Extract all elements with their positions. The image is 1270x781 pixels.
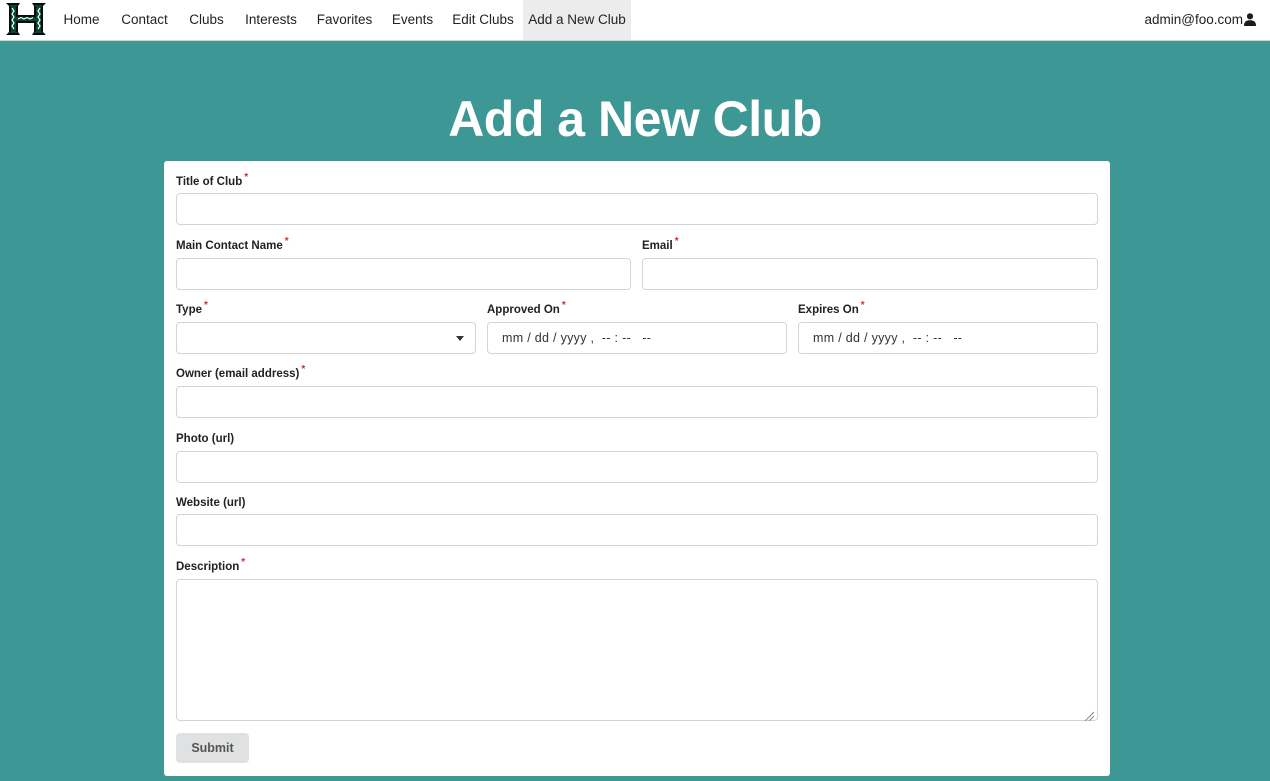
user-email: admin@foo.com: [1144, 12, 1244, 27]
email-field: Email *: [642, 236, 1098, 290]
nav-home[interactable]: Home: [53, 0, 110, 40]
add-club-form: Title of Club * Main Contact Name * Email *…: [164, 161, 1110, 776]
hawaii-h-logo-icon[interactable]: [5, 2, 47, 36]
owner-label: Owner (email address): [176, 368, 300, 380]
top-navbar: Home Contact Clubs Interests Favorites E…: [0, 0, 1270, 41]
website-input[interactable]: [176, 514, 1098, 546]
required-marker: *: [284, 236, 289, 247]
expires-on-placeholder: mm / dd / yyyy , -- : -- --: [813, 331, 963, 345]
title-input[interactable]: [176, 193, 1098, 225]
page-title: Add a New Club: [448, 91, 822, 147]
type-label: Type: [176, 304, 202, 316]
photo-label: Photo (url): [176, 433, 235, 445]
required-marker: *: [244, 172, 249, 183]
owner-field: Owner (email address) *: [176, 364, 1098, 418]
photo-field: Photo (url): [176, 432, 1098, 483]
website-field: Website (url): [176, 496, 1098, 546]
contact-name-label: Main Contact Name: [176, 240, 283, 252]
nav-add-new-club[interactable]: Add a New Club: [523, 0, 631, 40]
submit-button[interactable]: Submit: [176, 733, 249, 763]
title-label: Title of Club: [176, 176, 243, 188]
approved-on-field: Approved On * mm / dd / yyyy , -- : -- --: [487, 300, 787, 354]
required-marker: *: [674, 236, 679, 247]
required-marker: *: [204, 300, 208, 311]
nav-events[interactable]: Events: [382, 0, 443, 40]
website-label: Website (url): [176, 497, 246, 509]
email-label: Email: [642, 240, 673, 252]
photo-input[interactable]: [176, 451, 1098, 483]
nav-contact[interactable]: Contact: [111, 0, 178, 40]
type-field: Type *: [176, 300, 476, 354]
description-textarea[interactable]: [176, 579, 1098, 721]
resize-handle-icon[interactable]: [1084, 708, 1095, 722]
required-marker: *: [561, 300, 566, 311]
type-select[interactable]: [176, 322, 476, 354]
email-input[interactable]: [642, 258, 1098, 290]
nav-edit-clubs[interactable]: Edit Clubs: [444, 0, 522, 40]
user-icon: [1243, 12, 1256, 27]
contact-name-field: Main Contact Name *: [176, 236, 631, 290]
user-menu[interactable]: admin@foo.com: [1144, 0, 1256, 40]
required-marker: *: [860, 300, 865, 311]
required-marker: *: [241, 557, 246, 568]
owner-input[interactable]: [176, 386, 1098, 418]
expires-on-input[interactable]: mm / dd / yyyy , -- : -- --: [798, 322, 1098, 354]
expires-on-label: Expires On: [798, 304, 859, 316]
nav-interests[interactable]: Interests: [235, 0, 307, 40]
nav-clubs[interactable]: Clubs: [179, 0, 234, 40]
title-field: Title of Club *: [176, 172, 1098, 225]
description-field: Description *: [176, 557, 1098, 722]
caret-down-icon: [456, 336, 464, 341]
approved-on-input[interactable]: mm / dd / yyyy , -- : -- --: [487, 322, 787, 354]
expires-on-field: Expires On * mm / dd / yyyy , -- : -- --: [798, 300, 1098, 354]
description-label: Description: [176, 561, 240, 573]
contact-name-input[interactable]: [176, 258, 631, 290]
approved-on-placeholder: mm / dd / yyyy , -- : -- --: [502, 331, 652, 345]
approved-on-label: Approved On: [487, 304, 560, 316]
required-marker: *: [301, 364, 306, 375]
nav-favorites[interactable]: Favorites: [308, 0, 381, 40]
